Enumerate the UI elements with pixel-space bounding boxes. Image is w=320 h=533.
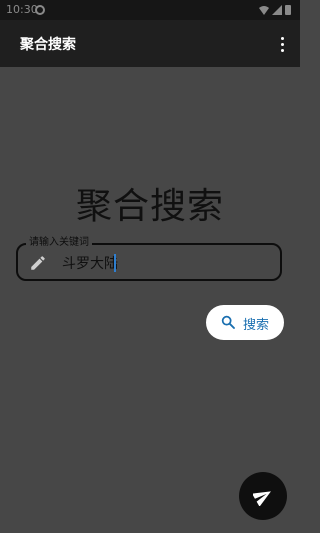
search-button[interactable]: 搜索 <box>206 305 284 340</box>
more-options-button[interactable] <box>270 32 294 56</box>
settings-icon <box>35 5 45 15</box>
search-input-value: 斗罗大陆 <box>62 256 118 272</box>
page-heading: 聚合搜索 <box>75 186 224 227</box>
signal-icon <box>272 5 282 15</box>
search-icon <box>221 315 235 329</box>
more-vertical-icon <box>280 36 284 40</box>
status-bar: 10:30 <box>0 0 300 20</box>
send-icon <box>253 491 271 506</box>
app-bar: 聚合搜索 <box>0 20 300 67</box>
status-time: 10:30 <box>6 3 38 16</box>
send-fab-button[interactable] <box>239 472 287 520</box>
search-input-label: 请输入关键词 <box>26 236 92 250</box>
wifi-icon <box>259 6 269 15</box>
battery-icon <box>285 5 291 15</box>
text-cursor <box>114 254 116 272</box>
edit-icon <box>31 256 45 270</box>
search-input[interactable]: 请输入关键词 斗罗大陆 <box>16 236 282 281</box>
search-button-label: 搜索 <box>243 318 270 333</box>
app-title: 聚合搜索 <box>20 37 76 53</box>
